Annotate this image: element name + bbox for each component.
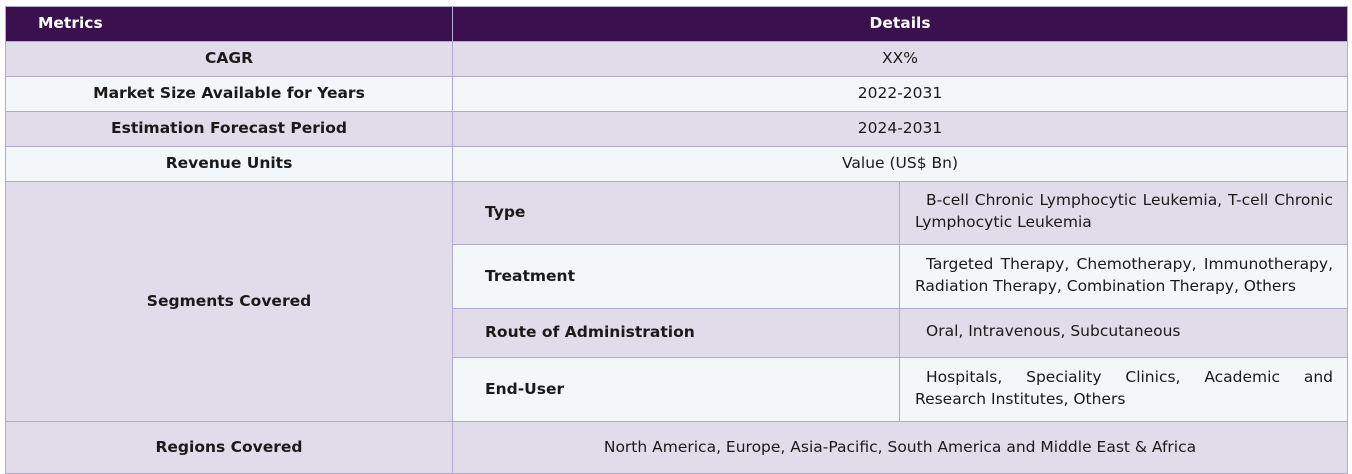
- table-row-revenue-units: Revenue Units Value (US$ Bn): [5, 146, 1349, 182]
- row-label: Revenue Units: [5, 146, 453, 182]
- segment-label: End-User: [452, 357, 900, 422]
- table-row-cagr: CAGR XX%: [5, 41, 1349, 77]
- details-column-header: Details: [451, 6, 1349, 42]
- segment-value: Targeted Therapy, Chemotherapy, Immunoth…: [898, 244, 1349, 309]
- metrics-column-header: Metrics: [5, 6, 453, 42]
- segment-value-text: B-cell Chronic Lymphocytic Leukemia, T-c…: [915, 191, 1334, 231]
- row-value: XX%: [451, 41, 1349, 77]
- segments-covered-label: Segments Covered: [5, 181, 453, 422]
- table-row-market-size-years: Market Size Available for Years 2022-203…: [5, 76, 1349, 112]
- row-value: North America, Europe, Asia-Pacific, Sou…: [451, 421, 1349, 474]
- row-label: Regions Covered: [5, 421, 453, 474]
- segment-value: Oral, Intravenous, Subcutaneous: [898, 308, 1349, 358]
- table-row-regions: Regions Covered North America, Europe, A…: [5, 421, 1349, 474]
- report-metrics-table: Metrics Details CAGR XX% Market Size Ava…: [5, 6, 1349, 474]
- segment-value-text: Targeted Therapy, Chemotherapy, Immunoth…: [915, 254, 1334, 295]
- row-label: CAGR: [5, 41, 453, 77]
- table-row-forecast-period: Estimation Forecast Period 2024-2031: [5, 111, 1349, 147]
- table-header-row: Metrics Details: [5, 6, 1349, 42]
- table-row-segment-type: Segments Covered Type B-cell Chronic Lym…: [5, 181, 1349, 422]
- segment-value-text: Hospitals, Speciality Clinics, Academic …: [915, 367, 1334, 408]
- segment-label: Type: [452, 181, 900, 245]
- row-value: 2024-2031: [451, 111, 1349, 147]
- row-label: Market Size Available for Years: [5, 76, 453, 112]
- segment-value-text: Oral, Intravenous, Subcutaneous: [926, 322, 1181, 341]
- segment-value: B-cell Chronic Lymphocytic Leukemia, T-c…: [898, 181, 1349, 245]
- segment-value: Hospitals, Speciality Clinics, Academic …: [898, 357, 1349, 422]
- report-metrics-table-container: Metrics Details CAGR XX% Market Size Ava…: [5, 6, 1349, 474]
- row-value: Value (US$ Bn): [451, 146, 1349, 182]
- segment-label: Route of Administration: [452, 308, 900, 358]
- row-label: Estimation Forecast Period: [5, 111, 453, 147]
- segment-label: Treatment: [452, 244, 900, 309]
- row-value: 2022-2031: [451, 76, 1349, 112]
